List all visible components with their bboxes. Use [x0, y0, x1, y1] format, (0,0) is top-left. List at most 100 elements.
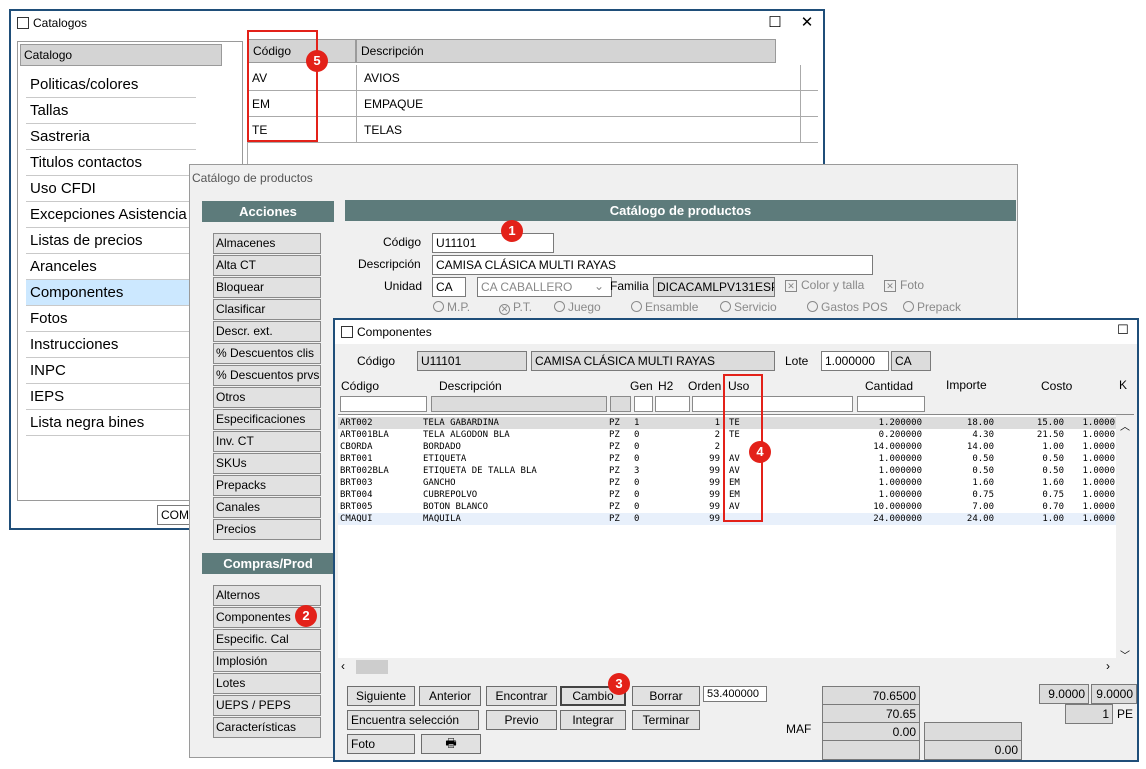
borrar-button[interactable]: Borrar: [632, 686, 700, 706]
color-talla-label: Color y talla: [801, 278, 865, 292]
highlight-codigo-column: [247, 30, 318, 142]
accion-2[interactable]: Bloquear: [213, 277, 321, 298]
close-icon[interactable]: ✕: [797, 13, 817, 31]
grid-row[interactable]: AV AVIOS: [248, 65, 818, 91]
accion-12[interactable]: Canales: [213, 497, 321, 518]
catalog-item[interactable]: Excepciones Asistencia: [26, 202, 196, 228]
cell-gen: 0: [634, 430, 640, 440]
anterior-button[interactable]: Anterior: [419, 686, 481, 706]
cell-codigo: BRT004: [340, 490, 373, 500]
catalog-item[interactable]: INPC: [26, 358, 196, 384]
catalog-item[interactable]: Lista negra bines: [26, 410, 196, 436]
terminar-button[interactable]: Terminar: [632, 710, 700, 730]
radio-option[interactable]: Gastos POS: [807, 300, 888, 314]
radio-option[interactable]: Servicio: [720, 300, 777, 314]
catalog-item[interactable]: Componentes: [26, 280, 196, 306]
radio-option[interactable]: Ensamble: [631, 300, 698, 314]
filter-descripcion[interactable]: [431, 396, 607, 412]
foto-button[interactable]: Foto: [347, 734, 415, 754]
filter-h2[interactable]: [655, 396, 690, 412]
compras-5[interactable]: UEPS / PEPS: [213, 695, 321, 716]
radio-option[interactable]: ✕ P.T.: [499, 300, 532, 315]
filter-gen[interactable]: [634, 396, 653, 412]
siguiente-button[interactable]: Siguiente: [347, 686, 415, 706]
compras-3[interactable]: Implosión: [213, 651, 321, 672]
compras-4[interactable]: Lotes: [213, 673, 321, 694]
cell-desc: TELA ALGODON BLA: [423, 430, 510, 440]
accion-4[interactable]: Descr. ext.: [213, 321, 321, 342]
cell-desc: TELA GABARDINA: [423, 418, 499, 428]
cell-gen: 0: [634, 502, 640, 512]
descripcion-label: Descripción: [358, 257, 421, 271]
catalog-item[interactable]: IEPS: [26, 384, 196, 410]
horizontal-scrollbar[interactable]: ‹ ›: [338, 658, 1118, 676]
badge-4: 4: [749, 441, 771, 463]
cell-desc: CUBREPOLVO: [423, 490, 478, 500]
accion-8[interactable]: Especificaciones: [213, 409, 321, 430]
catalog-item[interactable]: Listas de precios: [26, 228, 196, 254]
radio-option[interactable]: M.P.: [433, 300, 470, 314]
cell-importe: 0.50: [972, 466, 994, 476]
compras-2[interactable]: Especific. Cal: [213, 629, 321, 650]
filter-orden[interactable]: [692, 396, 853, 412]
filter-codigo[interactable]: [340, 396, 427, 412]
unidad-input[interactable]: CA: [432, 277, 466, 297]
lote-input[interactable]: 1.000000: [821, 351, 889, 371]
cell-cantidad: 1.000000: [878, 478, 922, 488]
compras-0[interactable]: Alternos: [213, 585, 321, 606]
maximize-icon[interactable]: ☐: [1113, 322, 1133, 338]
catalog-item[interactable]: Sastreria: [26, 124, 196, 150]
scroll-down-icon[interactable]: ﹀: [1120, 647, 1130, 662]
encuentra-seleccion-button[interactable]: Encuentra selección: [347, 710, 479, 730]
radio-option[interactable]: Juego: [554, 300, 601, 314]
cell-orden: 99: [709, 514, 720, 524]
radio-label: Ensamble: [645, 300, 699, 314]
cell-cantidad: 1.000000: [878, 454, 922, 464]
radio-option[interactable]: Prepack: [903, 300, 961, 314]
maximize-icon[interactable]: ☐: [765, 13, 785, 31]
grid-row[interactable]: TE TELAS: [248, 117, 818, 143]
cell-um: PZ: [609, 430, 620, 440]
catalog-item[interactable]: Instrucciones: [26, 332, 196, 358]
scroll-left-icon[interactable]: ‹: [341, 659, 345, 673]
accion-9[interactable]: Inv. CT: [213, 431, 321, 452]
accion-6[interactable]: % Descuentos prvs: [213, 365, 321, 386]
color-talla-check[interactable]: ✕ Color y talla: [785, 278, 864, 292]
integrar-button[interactable]: Integrar: [560, 710, 626, 730]
accion-10[interactable]: SKUs: [213, 453, 321, 474]
catalog-item[interactable]: Politicas/colores: [26, 72, 196, 98]
previo-button[interactable]: Previo: [486, 710, 557, 730]
unidad-select[interactable]: CA CABALLERO: [477, 277, 612, 297]
filter-cantidad[interactable]: [857, 396, 925, 412]
scroll-up-icon[interactable]: ︿: [1120, 418, 1130, 433]
accion-7[interactable]: Otros: [213, 387, 321, 408]
catalog-item[interactable]: Tallas: [26, 98, 196, 124]
cell-costo: 1.00: [1042, 442, 1064, 452]
filter-um[interactable]: [610, 396, 631, 412]
grid-row[interactable]: EM EMPAQUE: [248, 91, 818, 117]
chevron-down-icon[interactable]: ⌄: [594, 279, 604, 293]
vertical-scrollbar[interactable]: ︿ ﹀: [1116, 415, 1134, 663]
accion-0[interactable]: Almacenes: [213, 233, 321, 254]
accion-13[interactable]: Precios: [213, 519, 321, 540]
foto-check[interactable]: ✕ Foto: [884, 278, 924, 292]
scroll-right-icon[interactable]: ›: [1106, 659, 1110, 673]
catalog-item[interactable]: Fotos: [26, 306, 196, 332]
descripcion-input[interactable]: CAMISA CLÁSICA MULTI RAYAS: [432, 255, 873, 275]
radio-icon: ✕: [499, 304, 510, 315]
col-costo: Costo: [1041, 379, 1073, 393]
catalog-item[interactable]: Uso CFDI: [26, 176, 196, 202]
scroll-thumb[interactable]: [356, 660, 388, 674]
componentes-titlebar: Componentes: [335, 320, 1137, 344]
catalog-item[interactable]: Aranceles: [26, 254, 196, 280]
print-button[interactable]: 🖶: [421, 734, 481, 754]
catalog-item[interactable]: Titulos contactos: [26, 150, 196, 176]
accion-11[interactable]: Prepacks: [213, 475, 321, 496]
accion-3[interactable]: Clasificar: [213, 299, 321, 320]
accion-5[interactable]: % Descuentos clis: [213, 343, 321, 364]
accion-1[interactable]: Alta CT: [213, 255, 321, 276]
codigo-input[interactable]: U11101: [432, 233, 554, 253]
cell-cantidad: 24.000000: [873, 514, 922, 524]
compras-6[interactable]: Características: [213, 717, 321, 738]
encontrar-button[interactable]: Encontrar: [486, 686, 557, 706]
